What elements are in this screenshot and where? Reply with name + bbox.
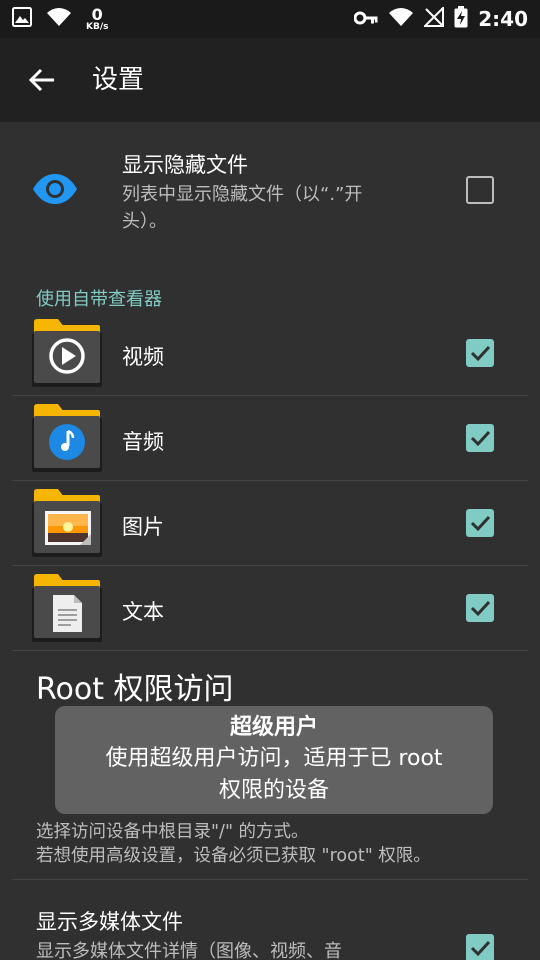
viewer-item-audio-label: 音频 [122, 430, 164, 454]
media-files-checkbox[interactable] [466, 934, 494, 960]
viewer-item-text-checkbox[interactable] [466, 594, 494, 622]
video-folder-icon [32, 319, 102, 391]
root-access-summary-line2: 若想使用高级设置，设备必须已获取 "root" 权限。 [36, 846, 431, 866]
text-folder-icon [32, 574, 102, 646]
network-speed: 0 KB/s [86, 4, 109, 32]
status-bar-left: 0 KB/s [12, 4, 108, 34]
hidden-files-summary: 列表中显示隐藏文件（以“.”开 头）。 [122, 181, 362, 235]
viewer-item-video[interactable]: 视频 [0, 310, 540, 395]
viewer-item-image-label: 图片 [122, 515, 164, 539]
divider [12, 650, 528, 651]
audio-folder-icon [32, 404, 102, 476]
viewer-item-text[interactable]: 文本 [0, 565, 540, 650]
root-access-summary-line1: 选择访问设备中根目录"/" 的方式。 [36, 822, 309, 842]
vpn-key-icon [353, 10, 378, 29]
status-bar: 0 KB/s 2:40 [0, 0, 540, 38]
app-bar: 设置 [0, 38, 540, 122]
media-files-setting[interactable]: 显示多媒体文件 显示多媒体文件详情（图像、视频、音 [0, 880, 540, 960]
signal-wifi-icon [388, 7, 414, 31]
viewer-item-image-checkbox[interactable] [466, 509, 494, 537]
media-files-summary: 显示多媒体文件详情（图像、视频、音 [36, 941, 342, 960]
image-folder-icon [32, 489, 102, 561]
media-files-title: 显示多媒体文件 [36, 910, 183, 934]
check-icon [470, 940, 491, 957]
gallery-notification-icon [12, 7, 32, 31]
root-access-summary: 选择访问设备中根目录"/" 的方式。 若想使用高级设置，设备必须已获取 "roo… [36, 820, 431, 868]
no-signal-icon [422, 5, 445, 31]
check-icon [470, 345, 491, 362]
viewer-item-audio-checkbox[interactable] [466, 424, 494, 452]
hidden-files-setting[interactable]: 显示隐藏文件 列表中显示隐藏文件（以“.”开 头）。 [0, 122, 540, 272]
arrow-back-icon [28, 68, 54, 92]
viewer-item-audio[interactable]: 音频 [0, 395, 540, 480]
battery-charging-icon [454, 6, 468, 32]
status-bar-right: 2:40 [353, 4, 528, 34]
network-speed-value: 0 [91, 4, 103, 24]
viewer-category-header: 使用自带查看器 [36, 289, 162, 310]
root-access-title[interactable]: Root 权限访问 [36, 664, 234, 708]
network-speed-unit: KB/s [86, 21, 109, 32]
hidden-files-summary-line2: 头）。 [122, 211, 167, 232]
wifi-icon [46, 7, 72, 31]
status-clock: 2:40 [478, 7, 528, 31]
tooltip-line1: 使用超级用户访问，适用于已 root [105, 746, 443, 771]
viewer-item-text-label: 文本 [122, 600, 164, 624]
eye-icon [32, 174, 78, 208]
check-icon [470, 430, 491, 447]
viewer-item-image[interactable]: 图片 [0, 480, 540, 565]
back-button[interactable] [22, 60, 62, 100]
tooltip-line2: 权限的设备 [218, 778, 329, 803]
page-title: 设置 [92, 65, 145, 95]
viewer-item-video-label: 视频 [122, 345, 164, 369]
viewer-item-video-checkbox[interactable] [466, 339, 494, 367]
hidden-files-checkbox[interactable] [466, 176, 494, 204]
tooltip-title: 超级用户 [229, 715, 318, 740]
hidden-files-summary-line1: 列表中显示隐藏文件（以“.”开 [122, 184, 363, 205]
check-icon [470, 600, 491, 617]
superuser-tooltip: 超级用户 使用超级用户访问，适用于已 root 权限的设备 [55, 706, 493, 814]
check-icon [470, 515, 491, 532]
hidden-files-title: 显示隐藏文件 [122, 153, 248, 177]
